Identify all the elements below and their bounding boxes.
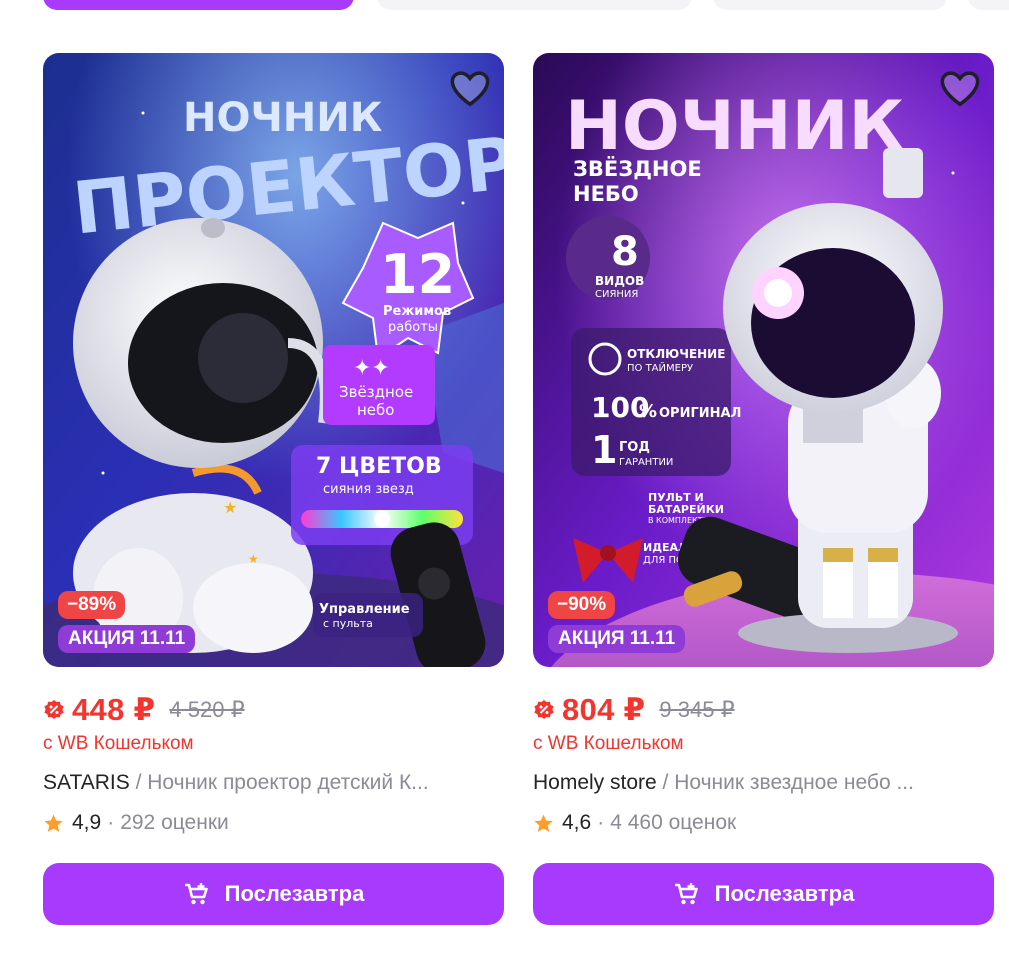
product-image[interactable]: НОЧНИК ПРОЕКТОР 12 Режимов работы ✦✦ Звё… [43,53,504,667]
image-label: НЕБО [573,182,639,206]
title-separator: / [656,771,675,794]
image-label: ВИДОВ [595,274,644,288]
image-label: % [639,401,657,422]
top-button-grey[interactable] [713,0,947,10]
image-label: Управление [319,602,410,617]
image-label: ОТКЛЮЧЕНИЕ [627,347,725,361]
product-name: Ночник звездное небо ... [674,771,914,794]
wallet-note: с WB Кошельком [533,733,684,754]
current-price: 804 ₽ [562,692,646,727]
image-label: 12 [380,243,455,306]
add-to-cart-button[interactable]: Послезавтра [43,863,504,925]
image-label: работы [388,320,438,335]
discount-badge: −89% [58,591,126,619]
wallet-note: с WB Кошельком [43,733,194,754]
promo-badge: АКЦИЯ 11.11 [58,625,196,653]
svg-text:★: ★ [248,552,259,566]
old-price: 9 345 ₽ [659,697,735,722]
button-label: Послезавтра [714,881,855,906]
image-label: СИЯНИЯ [595,289,638,300]
favorite-heart-icon[interactable] [940,69,980,109]
discount-badge: −90% [548,591,616,619]
add-to-cart-button[interactable]: Послезавтра [533,863,994,925]
cart-icon [674,883,698,905]
image-label: 1 [591,428,617,472]
top-button-grey[interactable] [968,0,1009,10]
top-button-grey[interactable] [377,0,692,10]
price-row: 804 ₽ 9 345 ₽ [533,692,994,728]
product-photo-astronaut-starry-sky: НОЧНИК ЗВЁЗДНОЕ НЕБО 8 ВИДОВ СИЯНИЯ ОТКЛ… [533,53,994,667]
star-icon [44,814,63,832]
current-price: 448 ₽ [72,692,156,727]
cart-icon [184,883,208,905]
rating-separator: · [107,811,115,834]
image-headline: НОЧНИК [565,87,904,166]
rating-value: 4,9 [72,811,102,834]
image-label: 7 ЦВЕТОВ [316,454,442,479]
image-label: ОРИГИНАЛ [659,406,741,421]
old-price: 4 520 ₽ [169,697,245,722]
product-brand: Homely store [533,771,657,794]
image-label: Звёздное [339,383,413,401]
image-label: ПО ТАЙМЕРУ [627,361,693,374]
image-label: ГАРАНТИИ [619,457,673,468]
product-image[interactable]: НОЧНИК ЗВЁЗДНОЕ НЕБО 8 ВИДОВ СИЯНИЯ ОТКЛ… [533,53,994,667]
promo-badge: АКЦИЯ 11.11 [548,625,686,653]
product-title[interactable]: SATARIS / Ночник проектор детский К... [43,769,504,797]
title-separator: / [129,771,148,794]
rating-row: 4,6 · 4 460 оценок [533,810,994,836]
product-photo-astronaut-projector: НОЧНИК ПРОЕКТОР 12 Режимов работы ✦✦ Звё… [43,53,504,667]
rating-separator: · [597,811,605,834]
image-label: небо [357,401,394,419]
reviews-count: 292 оценки [120,811,229,834]
image-label: с пульта [323,617,373,630]
image-headline: НОЧНИК [183,95,383,141]
image-label: ЗВЁЗДНОЕ [573,156,702,181]
rating-row: 4,9 · 292 оценки [43,810,504,836]
svg-text:✦✦: ✦✦ [353,356,390,381]
rating-value: 4,6 [562,811,592,834]
product-card[interactable]: НОЧНИК ПРОЕКТОР 12 Режимов работы ✦✦ Звё… [43,53,504,925]
top-button-purple[interactable] [43,0,354,10]
product-card[interactable]: НОЧНИК ЗВЁЗДНОЕ НЕБО 8 ВИДОВ СИЯНИЯ ОТКЛ… [533,53,994,925]
image-label: Режимов [383,304,451,319]
price-row: 448 ₽ 4 520 ₽ [43,692,504,728]
product-name: Ночник проектор детский К... [147,771,429,794]
image-label: сияния звезд [323,482,414,497]
product-brand: SATARIS [43,771,130,794]
image-label: ГОД [619,440,650,455]
reviews-count: 4 460 оценок [610,811,737,834]
image-label: 8 [611,229,639,275]
product-title[interactable]: Homely store / Ночник звездное небо ... [533,769,994,797]
star-icon [534,814,553,832]
button-label: Послезавтра [224,881,365,906]
favorite-heart-icon[interactable] [450,69,490,109]
wallet-discount-icon [534,700,554,719]
image-label: БАТАРЕЙКИ [648,503,724,516]
wallet-discount-icon [44,700,64,719]
svg-text:★: ★ [223,500,237,517]
